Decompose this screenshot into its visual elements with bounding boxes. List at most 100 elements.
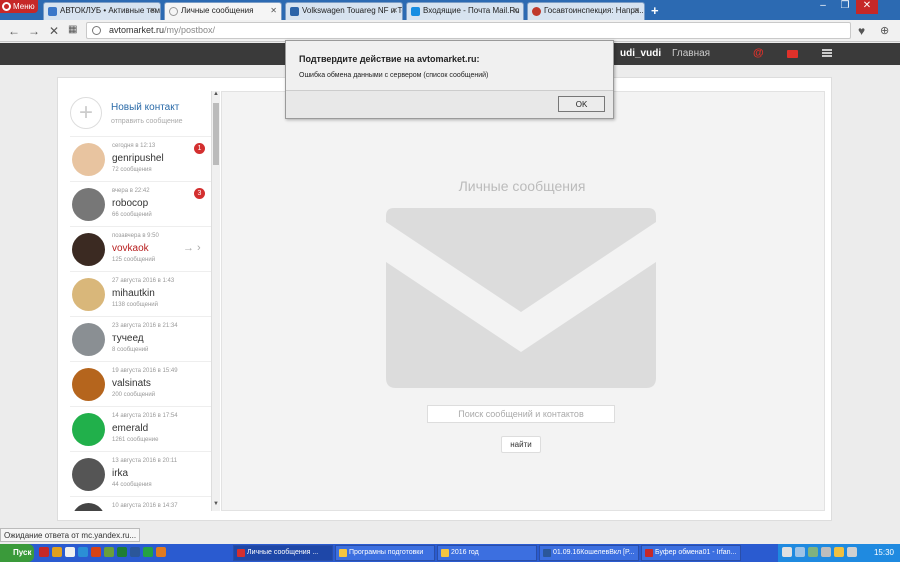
tray-icon[interactable] [795,547,805,557]
quicklaunch-icon[interactable] [65,547,75,557]
avatar [72,413,105,446]
clock: 15:30 [873,548,894,557]
contact-row[interactable]: 10 августа 2016 в 14:37 [70,496,211,511]
system-tray: 15:30 [778,544,900,562]
scroll-up-icon[interactable]: ▲ [212,91,220,101]
task-folder-2016[interactable]: 2016 год [437,545,537,561]
quicklaunch-icon[interactable] [143,547,153,557]
forward-icon[interactable]: → [28,24,40,38]
find-button[interactable]: найти [501,436,541,453]
contact-row[interactable]: позавчера в 9:50 vovkaok 125 сообщений →… [70,226,211,271]
close-tab-icon[interactable]: ✕ [633,6,640,15]
tray-icon[interactable] [821,547,831,557]
tab-mail[interactable]: Входящие - Почта Mail.Ru ✕ [406,2,524,20]
task-word-doc[interactable]: 01.09.16КошелевВкл [P... [539,545,639,561]
close-window-icon[interactable]: ✕ [856,0,878,14]
messages-panel: + Новый контакт отправить сообщение сего… [57,77,832,521]
avatar [72,278,105,311]
minimize-icon[interactable]: – [812,0,834,14]
excel-icon[interactable] [117,547,127,557]
close-tab-icon[interactable]: ✕ [391,6,398,15]
close-tab-icon[interactable]: ✕ [512,6,519,15]
contact-row[interactable]: 19 августа 2016 в 15:49 valsinats 200 со… [70,361,211,406]
autoclub-favicon-icon [48,7,57,16]
globe-icon [92,26,101,35]
scroll-thumb[interactable] [213,103,219,165]
home-link[interactable]: Главная [672,48,710,59]
quicklaunch-icon[interactable] [104,547,114,557]
tab-gibdd[interactable]: Госавтоинспекция: Напра... ✕ [527,2,645,20]
tab-volkswagen[interactable]: Volkswagen Touareg NF и Touareg✕ [285,2,403,20]
contact-row[interactable]: 23 августа 2016 в 21:34 тучеед 8 сообщен… [70,316,211,361]
envelope-icon [386,208,656,388]
contact-row[interactable]: сегодня в 12:13 genripushel 72 сообщения… [70,136,211,181]
gibdd-favicon-icon [532,7,541,16]
message-area: Личные сообщения Поиск сообщений и конта… [221,91,825,511]
ok-button[interactable]: OK [558,96,605,112]
opera-icon [237,549,245,557]
maximize-icon[interactable]: ❐ [834,0,856,14]
dialog-message: Ошибка обмена данными с сервером (список… [299,72,489,79]
tray-icon[interactable] [834,547,844,557]
heart-icon[interactable]: ♥ [858,24,865,38]
dialog-title: Подтвердите действие на avtomarket.ru: [299,54,480,64]
avatar [72,323,105,356]
scroll-down-icon[interactable]: ▼ [212,501,220,511]
arrow-right-icon: → › [183,242,201,254]
address-bar: ← → ✕ ▦ avtomarket.ru/my/postbox/ ♥ ⊕ [0,20,900,42]
quicklaunch-icon[interactable] [52,547,62,557]
new-tab-icon[interactable]: + [651,3,659,18]
download-icon[interactable]: ⊕ [880,24,889,37]
unread-badge: 3 [194,188,205,199]
avatar [72,368,105,401]
browser-menu-button[interactable]: Меню [0,0,38,13]
tab-autoclub[interactable]: АВТОКЛУБ • Активные темы ✕ [43,2,161,20]
task-irfanview[interactable]: Буфер обмена01 - Irfan... [641,545,741,561]
quicklaunch-icon[interactable] [78,547,88,557]
close-tab-icon[interactable]: ✕ [270,6,277,15]
quicklaunch-icon[interactable] [39,547,49,557]
task-folder-programs[interactable]: Програмны подготовки [335,545,435,561]
close-tab-icon[interactable]: ✕ [149,6,156,15]
tray-icon[interactable] [808,547,818,557]
contact-row[interactable]: 13 августа 2016 в 20:11 irka 44 сообщени… [70,451,211,496]
tab-private-messages[interactable]: Личные сообщения ✕ [164,2,282,20]
folder-icon [339,549,347,557]
speed-dial-icon[interactable]: ▦ [68,24,77,35]
username[interactable]: udi_vudi [620,48,661,59]
url-field[interactable]: avtomarket.ru/my/postbox/ [86,22,851,39]
start-button[interactable]: Пуск [0,544,34,562]
new-contact-button[interactable]: + Новый контакт отправить сообщение [70,95,210,135]
contacts-scrollbar[interactable]: ▲ ▼ [211,91,220,511]
confirm-dialog: Подтвердите действие на avtomarket.ru: О… [285,40,614,119]
opera-logo-icon [2,2,11,11]
page-title: Личные сообщения [458,178,586,194]
status-bar: Ожидание ответа от mc.yandex.ru... [0,528,140,542]
avatar [72,143,105,176]
avatar [72,188,105,221]
stop-icon[interactable]: ✕ [49,24,59,38]
hamburger-menu-icon[interactable] [822,49,832,57]
browser-tab-bar: Меню АВТОКЛУБ • Активные темы ✕ Личные со… [0,0,900,20]
unread-badge: 1 [194,143,205,154]
contact-row[interactable]: вчера в 22:42 robocop 66 сообщений 3 [70,181,211,226]
vw-favicon-icon [290,7,299,16]
at-icon[interactable]: @ [753,47,764,59]
mail-favicon-icon [411,7,420,16]
irfanview-icon [645,549,653,557]
avatar [72,458,105,491]
plus-icon: + [70,97,102,129]
quicklaunch-icon[interactable] [91,547,101,557]
back-icon[interactable]: ← [8,24,20,38]
avatar [72,503,105,511]
contact-row[interactable]: 27 августа 2016 в 1:43 mihautkin 1138 со… [70,271,211,316]
language-icon[interactable] [782,547,792,557]
task-private-messages[interactable]: Личные сообщения ... [233,545,333,561]
envelope-icon[interactable] [787,50,798,58]
contact-row[interactable]: 14 августа 2016 в 17:54 emerald 1261 соо… [70,406,211,451]
quicklaunch-icon[interactable] [156,547,166,557]
word-icon[interactable] [130,547,140,557]
volume-icon[interactable] [847,547,857,557]
search-input[interactable]: Поиск сообщений и контактов [427,405,615,423]
contacts-list: + Новый контакт отправить сообщение сего… [58,91,211,511]
